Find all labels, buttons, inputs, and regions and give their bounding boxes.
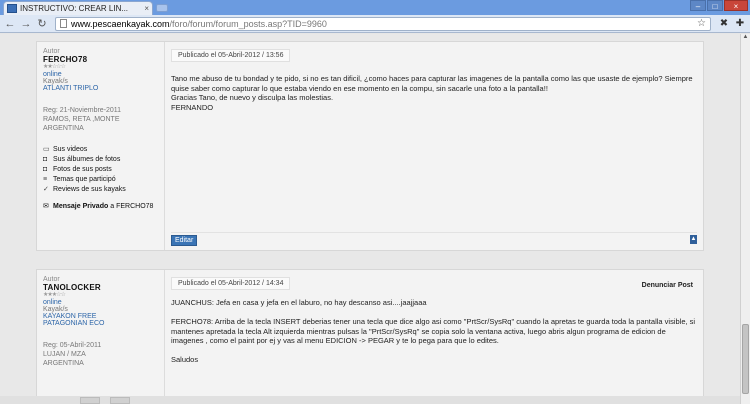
list-icon: ≡ <box>43 176 48 183</box>
author-panel: Autor FERCHO78 ★★☆☆☆ online Kayak/s ATLA… <box>37 42 165 250</box>
author-links: ▭ Sus videos ◘ Sus álbumes de fotos ◘ Fotos… <box>43 145 158 195</box>
author-label: Autor <box>43 276 60 283</box>
page-viewport: Autor FERCHO78 ★★☆☆☆ online Kayak/s ATLA… <box>0 34 740 404</box>
favicon-icon <box>7 4 17 13</box>
address-bar[interactable]: www.pescaenkayak.com /foro/forum/forum_p… <box>55 16 711 31</box>
author-name[interactable]: TANOLOCKER <box>43 283 158 292</box>
edit-button[interactable]: Editar <box>171 235 198 246</box>
wrench-icon[interactable]: ✖ <box>717 17 731 31</box>
post-date: Publicado el 05-Abril-2012 / 13:56 <box>171 49 291 62</box>
browser-tab[interactable]: INSTRUCTIVO: CREAR LIN... × <box>3 1 153 15</box>
page-icon <box>60 19 67 28</box>
monitor-icon: ▭ <box>43 146 50 153</box>
browser-tab-bar: INSTRUCTIVO: CREAR LIN... × – □ × <box>0 0 750 15</box>
browser-toolbar: ← → ↻ www.pescaenkayak.com /foro/forum/f… <box>0 15 750 33</box>
check-icon: ✓ <box>43 186 49 193</box>
report-post-link[interactable]: Denunciar Post <box>642 282 693 289</box>
message-panel: Publicado el 05-Abril-2012 / 14:34 Denun… <box>165 270 703 404</box>
reload-icon[interactable]: ↻ <box>35 17 49 31</box>
location: LUJAN / MZA <box>43 351 86 358</box>
author-panel: Autor TANOLOCKER ★★★☆☆ online Kayak/s KA… <box>37 270 165 404</box>
link-videos[interactable]: ▭ Sus videos <box>43 145 158 155</box>
url-host: www.pescaenkayak.com <box>71 18 170 29</box>
forum-post: Autor TANOLOCKER ★★★☆☆ online Kayak/s KA… <box>36 269 704 404</box>
registration-date: Reg: 05-Abril-2011 <box>43 342 102 349</box>
link-topics[interactable]: ≡ Temas que participó <box>43 175 158 185</box>
window-controls: – □ × <box>689 0 748 12</box>
tab-close-icon[interactable]: × <box>144 4 149 13</box>
post-body: JUANCHUS: Jefa en casa y jefa en el labu… <box>171 298 696 364</box>
rating-stars: ★★☆☆☆ <box>43 64 66 70</box>
online-status: online <box>43 299 62 306</box>
back-icon[interactable]: ← <box>3 17 17 31</box>
window-close-icon[interactable]: × <box>724 0 748 11</box>
forum-post: Autor FERCHO78 ★★☆☆☆ online Kayak/s ATLA… <box>36 41 704 251</box>
registration-date: Reg: 21-Noviembre-2011 <box>43 107 122 114</box>
link-albums[interactable]: ◘ Sus álbumes de fotos <box>43 155 158 165</box>
post-date: Publicado el 05-Abril-2012 / 14:34 <box>171 277 291 290</box>
new-tab-button[interactable] <box>156 4 168 12</box>
tools-icon[interactable]: ✚ <box>733 17 747 31</box>
minimize-icon[interactable]: – <box>690 0 706 11</box>
author-label: Autor <box>43 48 60 55</box>
camera-icon: ◘ <box>43 166 48 173</box>
post-footer: Editar ▲ <box>171 232 697 246</box>
kayak-model-link[interactable]: ATLANTI TRIPLO <box>43 85 158 92</box>
camera-icon: ◘ <box>43 156 48 163</box>
country: ARGENTINA <box>43 125 84 132</box>
link-post-photos[interactable]: ◘ Fotos de sus posts <box>43 165 158 175</box>
scroll-up-icon[interactable]: ▲ <box>741 34 750 43</box>
author-name[interactable]: FERCHO78 <box>43 55 158 64</box>
message-panel: Publicado el 05-Abril-2012 / 13:56 Tano … <box>165 42 703 250</box>
taskbar-strip <box>0 396 740 404</box>
maximize-icon[interactable]: □ <box>707 0 723 11</box>
rating-stars: ★★★☆☆ <box>43 292 66 298</box>
url-path: /foro/forum/forum_posts.asp?TID=9960 <box>169 18 327 29</box>
forward-icon[interactable]: → <box>19 17 33 31</box>
taskbar-item[interactable] <box>80 397 100 404</box>
scroll-top-icon[interactable]: ▲ <box>690 235 697 244</box>
taskbar-item[interactable] <box>110 397 130 404</box>
online-status: online <box>43 71 62 78</box>
link-kayak-reviews[interactable]: ✓ Reviews de sus kayaks <box>43 185 158 195</box>
kayak-label: Kayak/s <box>43 306 68 313</box>
location: RAMOS, RETA ,MONTE <box>43 116 120 123</box>
message-icon: ✉ <box>43 203 49 210</box>
page-scrollbar[interactable]: ▲ <box>740 34 750 404</box>
star-icon[interactable]: ☆ <box>697 18 706 29</box>
kayak-model-link[interactable]: KAYAKON FREE PATAGONIAN ECO <box>43 313 158 327</box>
kayak-label: Kayak/s <box>43 78 68 85</box>
post-body: Tano me abuso de tu bondad y te pido, si… <box>171 74 693 112</box>
private-message-link[interactable]: ✉ Mensaje Privado a FERCHO78 <box>43 202 158 211</box>
tab-title: INSTRUCTIVO: CREAR LIN... <box>20 4 129 13</box>
scrollbar-thumb[interactable] <box>742 324 749 394</box>
country: ARGENTINA <box>43 360 84 367</box>
